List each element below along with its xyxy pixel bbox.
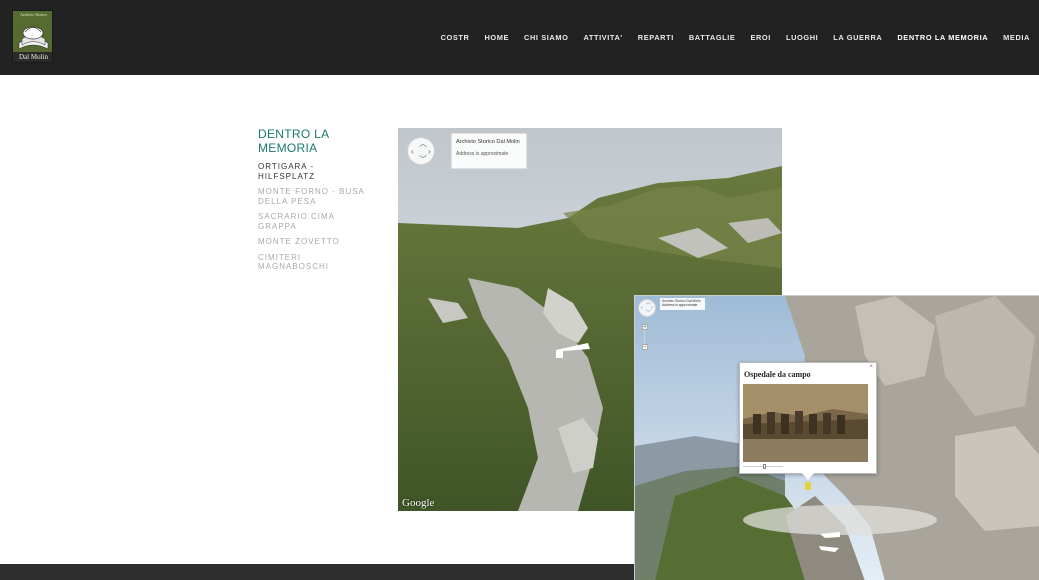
photo-slider-handle[interactable] [763,464,766,469]
nav-item-home[interactable]: HOME [484,33,509,42]
logo-bottom-text: Dal Molin [13,52,52,62]
popup-pointer [802,473,814,480]
footer-bar [0,564,634,580]
nav-item-dentro-la-memoria[interactable]: DENTRO LA MEMORIA [897,33,988,42]
minus-icon[interactable]: − [642,344,648,350]
historic-photo[interactable] [743,384,868,462]
nav-item-la-guerra[interactable]: LA GUERRA [833,33,882,42]
location-info-card-secondary: Archivio Storico Dal Molin Address is ap… [660,298,705,310]
location-card-title: Archivio Storico Dal Molin [456,139,520,145]
location-card-address-secondary: Address is approximate [662,303,698,307]
historic-photo-image [743,384,868,462]
google-logo: Google [402,497,435,509]
nav-item-attivita[interactable]: ATTIVITA' [583,33,622,42]
plus-icon[interactable]: + [642,324,648,330]
section-submenu: ORTIGARA - HILFSPLATZ MONTE FORNO - BUSA… [258,162,368,278]
info-popup: Ospedale da campo × [739,362,877,480]
section-title: DENTRO LA MEMORIA [258,127,329,155]
submenu-item-ortigara[interactable]: ORTIGARA - HILFSPLATZ [258,162,368,181]
submenu-item-cimiteri-magnaboschi[interactable]: CIMITERI MAGNABOSCHI [258,253,368,272]
nav-item-reparti[interactable]: REPARTI [638,33,674,42]
submenu-item-monte-zovetto[interactable]: MONTE ZOVETTO [258,237,368,247]
submenu-item-sacrario-cima-grappa[interactable]: SACRARIO CIMA GRAPPA [258,212,368,231]
nav-item-luoghi[interactable]: LUOGHI [786,33,818,42]
zoom-control: + − [642,324,648,350]
main-navigation: COSTR HOME CHI SIAMO ATTIVITA' REPARTI B… [441,31,1030,43]
pan-control-icon[interactable]: ︿ ‹ › ﹀ [407,137,435,165]
nav-item-chi-siamo[interactable]: CHI SIAMO [524,33,568,42]
logo-emblem-icon [15,19,52,55]
site-header: Archivio Storico Dal Molin COSTR HOME CH… [0,0,1039,75]
nav-item-costr[interactable]: COSTR [441,33,470,42]
pan-control-icon-secondary[interactable]: ︿ ‹ › ﹀ [638,299,656,317]
location-marker-icon[interactable] [805,482,811,490]
nav-item-media[interactable]: MEDIA [1003,33,1030,42]
nav-item-eroi[interactable]: EROI [750,33,770,42]
street-view-panorama-secondary[interactable]: ︿ ‹ › ﹀ Archivio Storico Dal Molin Addre… [634,295,1039,580]
nav-item-battaglie[interactable]: BATTAGLIE [689,33,736,42]
logo-top-text: Archivio Storico [20,12,47,17]
location-info-card: Archivio Storico Dal Molin Address is ap… [451,133,527,169]
popup-title: Ospedale da campo [744,370,811,379]
submenu-item-monte-forno[interactable]: MONTE FORNO - BUSA DELLA PESA [258,187,368,206]
location-card-address: Address is approximate [456,151,509,157]
site-logo[interactable]: Archivio Storico Dal Molin [12,10,53,63]
close-icon[interactable]: × [869,364,873,370]
